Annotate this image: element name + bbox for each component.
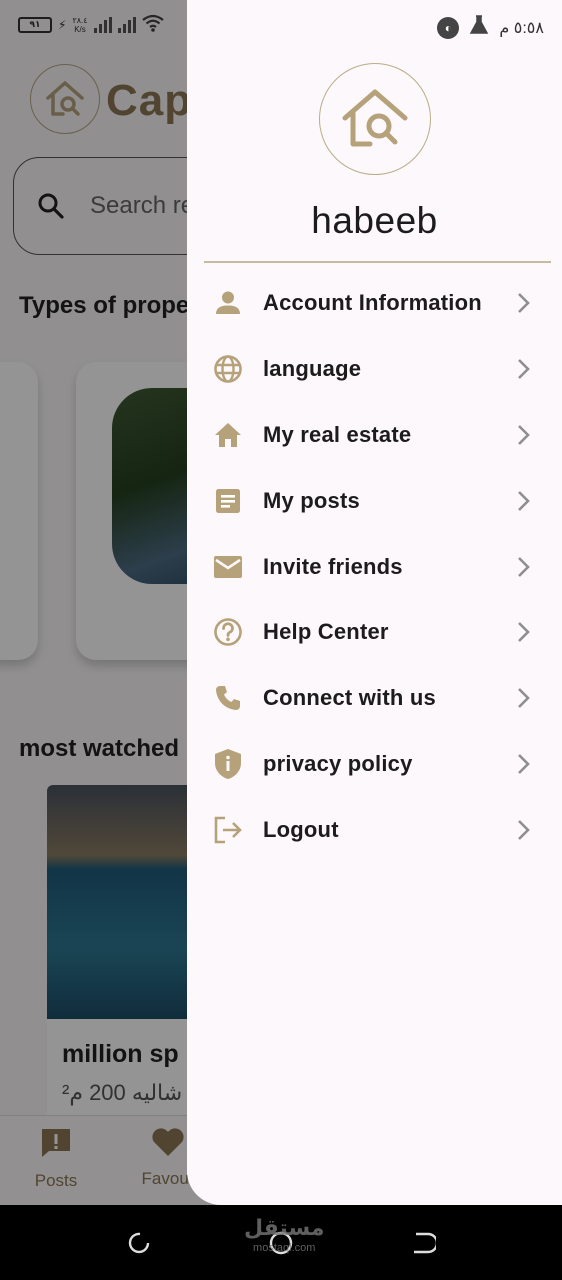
flask-icon	[469, 15, 489, 40]
recents-icon[interactable]	[126, 1229, 154, 1257]
divider	[204, 261, 551, 263]
chevron-right-icon	[518, 754, 530, 775]
menu-item-label: Help Center	[263, 619, 389, 645]
side-drawer: ◐ ٥:٥٨ م habeeb Account Information lang…	[187, 0, 562, 1205]
menu-item-help-center[interactable]: Help Center	[187, 599, 562, 665]
menu-item-logout[interactable]: Logout	[187, 797, 562, 863]
home-icon	[212, 419, 244, 451]
menu-item-label: Account Information	[263, 289, 482, 315]
menu-item-my-posts[interactable]: My posts	[187, 468, 562, 534]
chevron-right-icon	[518, 490, 530, 511]
menu-item-label: privacy policy	[263, 751, 413, 777]
house-search-icon	[342, 89, 408, 147]
app-notification-icon: ◐	[437, 16, 460, 39]
chevron-right-icon	[518, 358, 530, 379]
menu-item-label: Logout	[263, 817, 339, 843]
chevron-right-icon	[518, 820, 530, 840]
chevron-right-icon	[518, 424, 530, 445]
document-icon	[212, 485, 244, 517]
menu-item-my-real-estate[interactable]: My real estate	[187, 402, 562, 468]
menu-item-label: Connect with us	[263, 685, 436, 711]
watermark-name: مستقل	[244, 1215, 325, 1240]
phone-icon	[212, 682, 244, 714]
chevron-right-icon	[518, 556, 530, 577]
chevron-right-icon	[518, 688, 530, 709]
drawer-menu: Account Information language My real est…	[187, 270, 562, 863]
menu-item-account-information[interactable]: Account Information	[187, 270, 562, 336]
menu-item-label: language	[263, 355, 362, 381]
chevron-right-icon	[518, 622, 530, 643]
menu-item-label: My posts	[263, 487, 360, 513]
menu-item-invite-friends[interactable]: Invite friends	[187, 534, 562, 600]
menu-item-privacy-policy[interactable]: privacy policy	[187, 731, 562, 797]
watermark-domain: mostaql.com	[253, 1242, 316, 1254]
clock: ٥:٥٨ م	[499, 19, 544, 37]
back-icon[interactable]	[408, 1229, 436, 1257]
username: habeeb	[311, 200, 438, 241]
globe-icon	[212, 353, 244, 385]
profile-avatar[interactable]	[319, 63, 431, 175]
menu-item-label: My real estate	[263, 421, 412, 447]
watermark: مستقل mostaql.com	[244, 1215, 325, 1258]
help-icon	[212, 616, 244, 648]
status-bar-right: ◐ ٥:٥٨ م	[437, 15, 544, 40]
chevron-right-icon	[518, 293, 530, 313]
mail-icon	[212, 551, 244, 583]
menu-item-language[interactable]: language	[187, 336, 562, 402]
person-icon	[212, 287, 244, 319]
logout-icon	[212, 814, 244, 846]
menu-item-connect-with-us[interactable]: Connect with us	[187, 665, 562, 731]
menu-item-label: Invite friends	[263, 553, 403, 579]
shield-icon	[212, 748, 244, 780]
